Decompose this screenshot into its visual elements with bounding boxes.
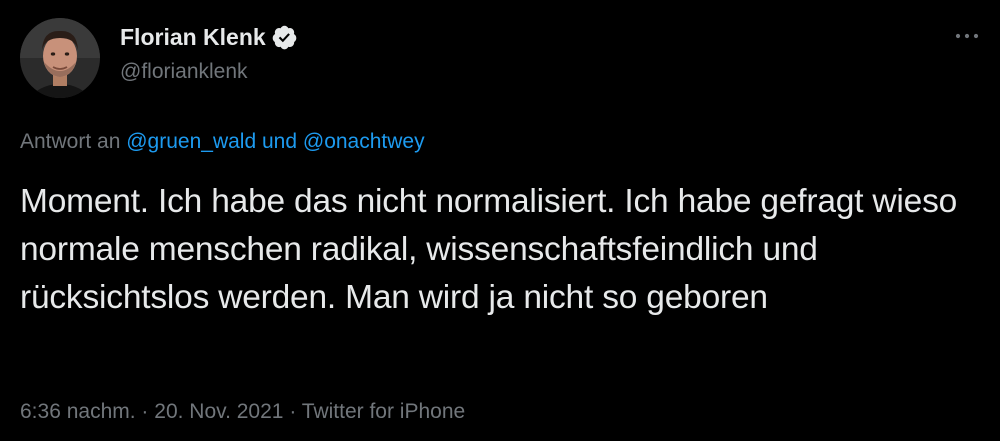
verified-badge-icon [271,24,298,51]
author-handle[interactable]: @florianklenk [120,60,248,84]
tweet-text: Moment. Ich habe das nicht normalisiert.… [20,183,958,316]
display-name[interactable]: Florian Klenk [120,24,266,51]
meta-separator: · [141,400,149,423]
tweet-source[interactable]: Twitter for iPhone [302,400,465,423]
tweet-time[interactable]: 6:36 nachm. [20,400,136,423]
avatar-photo-icon [20,18,100,98]
more-horizontal-icon[interactable] [952,26,982,46]
reply-conjunction: und [261,130,298,153]
tweet-metadata: 6:36 nachm. · 20. Nov. 2021 · Twitter fo… [20,400,465,424]
avatar[interactable] [20,18,100,98]
reply-prefix: Antwort an [20,130,121,153]
tweet-date[interactable]: 20. Nov. 2021 [154,400,283,423]
mention-link-onachtwey[interactable]: @onachtwey [303,130,425,153]
meta-separator: · [289,400,297,423]
reply-context: Antwort an @gruen_wald und @onachtwey [20,130,425,154]
tweet: Florian Klenk @florianklenk Antwort an @… [0,0,1000,441]
mention-link-gruen-wald[interactable]: @gruen_wald [126,130,256,153]
author-name-row: Florian Klenk [120,22,298,52]
